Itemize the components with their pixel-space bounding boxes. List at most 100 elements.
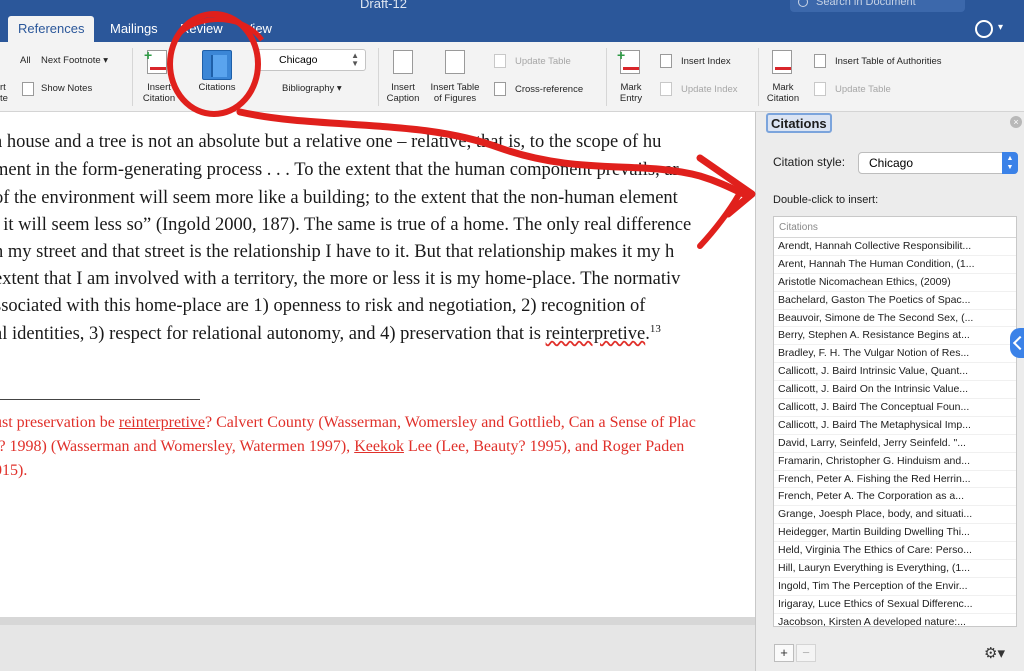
footnote-text: Lee (Lee, Beauty? 1995), and Roger Paden xyxy=(403,438,685,455)
show-notes-icon xyxy=(22,82,34,96)
insert-index-button[interactable]: Insert Index xyxy=(681,56,731,67)
dropdown-stepper-icon: ▲ ▼ xyxy=(1002,152,1018,174)
plus-icon: + xyxy=(617,47,626,63)
close-icon[interactable]: × xyxy=(1010,116,1022,128)
ribbon-separator xyxy=(132,48,133,106)
expand-handle-icon[interactable] xyxy=(1010,328,1024,358)
citation-list-item[interactable]: Ingold, Tim The Perception of the Envir.… xyxy=(774,578,1016,596)
citations-books-icon[interactable] xyxy=(202,50,232,80)
citation-list-item[interactable]: Bachelard, Gaston The Poetics of Spac... xyxy=(774,292,1016,310)
body-line: a house and a tree is not an absolute bu… xyxy=(0,132,662,152)
word-window: Draft-12 Search in Document ▾ References… xyxy=(0,0,1024,671)
citation-list-item[interactable]: French, Peter A. The Corporation as a... xyxy=(774,488,1016,507)
footnote-separator xyxy=(0,399,200,400)
ribbon-separator xyxy=(378,48,379,106)
body-line: extent that I am involved with a territo… xyxy=(0,269,681,289)
citation-list-item[interactable]: Held, Virginia The Ethics of Care: Perso… xyxy=(774,542,1016,561)
citation-list-item[interactable]: Bradley, F. H. The Vulgar Notion of Res.… xyxy=(774,345,1016,364)
citation-list-item[interactable]: French, Peter A. Fishing the Red Herrin.… xyxy=(774,471,1016,489)
citation-list-item[interactable]: Heidegger, Martin Building Dwelling Thi.… xyxy=(774,524,1016,543)
citation-list-item[interactable]: David, Larry, Seinfeld, Jerry Seinfeld. … xyxy=(774,435,1016,453)
mark-entry-icon[interactable]: + xyxy=(617,47,640,74)
show-notes-button[interactable]: Show Notes xyxy=(41,83,92,94)
update-table-button[interactable]: Update Table xyxy=(515,56,571,67)
insert-endnote-label-top[interactable]: rt xyxy=(0,82,6,93)
tab-view[interactable]: View xyxy=(234,16,282,42)
citation-list-item[interactable]: Aristotle Nicomachean Ethics, (2009) xyxy=(774,274,1016,292)
update-table-authorities-button[interactable]: Update Table xyxy=(835,84,891,95)
body-line: ment in the form-generating process . . … xyxy=(0,160,679,180)
remove-citation-button[interactable]: − xyxy=(796,644,816,662)
ribbon-references: All Next Footnote ▾ Show Notes rt te + I… xyxy=(0,42,1024,112)
tab-review[interactable]: Review xyxy=(170,16,233,42)
citation-list-item[interactable]: Framarin, Christopher G. Hinduism and... xyxy=(774,453,1016,471)
mark-entry-label-1: Mark xyxy=(620,82,642,93)
citation-style-select[interactable]: Chicago ▲ ▼ xyxy=(256,49,366,71)
insert-index-icon xyxy=(660,54,672,68)
insert-table-of-figures-button[interactable]: Insert Table of Figures xyxy=(426,82,484,104)
citation-style-value: Chicago xyxy=(279,54,318,66)
search-icon xyxy=(798,0,808,7)
citation-list-item[interactable]: Callicott, J. Baird The Metaphysical Imp… xyxy=(774,417,1016,435)
body-line: , it will seem less so” (Ingold 2000, 18… xyxy=(0,215,692,235)
insert-endnote-label-bottom[interactable]: te xyxy=(0,93,8,104)
citation-list-item[interactable]: Callicott, J. Baird Intrinsic Value, Qua… xyxy=(774,363,1016,382)
citation-list-item[interactable]: Beauvoir, Simone de The Second Sex, (... xyxy=(774,310,1016,328)
citation-style-dropdown[interactable]: Chicago ▲ ▼ xyxy=(858,152,1018,174)
search-input[interactable]: Search in Document xyxy=(790,0,965,12)
chevron-down-icon[interactable]: ▾ xyxy=(998,22,1003,33)
ribbon-separator xyxy=(758,48,759,106)
footnote-line: ust preservation be reinterpretive? Calv… xyxy=(0,414,696,432)
gear-icon[interactable]: ⚙▾ xyxy=(984,644,1018,662)
mark-citation-button[interactable]: Mark Citation xyxy=(762,82,804,104)
insert-table-of-authorities-button[interactable]: Insert Table of Authorities xyxy=(835,56,942,67)
next-footnote-button[interactable]: Next Footnote ▾ xyxy=(41,55,108,66)
red-bar-icon xyxy=(150,67,166,70)
bibliography-button[interactable]: Bibliography ▾ xyxy=(282,83,342,94)
cross-reference-button[interactable]: Cross-reference xyxy=(515,84,583,95)
citation-list-item[interactable]: Callicott, J. Baird The Conceptual Foun.… xyxy=(774,399,1016,417)
tab-mailings[interactable]: Mailings xyxy=(100,16,168,42)
insert-table-of-figures-icon[interactable] xyxy=(445,50,465,74)
document-page[interactable]: a house and a tree is not an absolute bu… xyxy=(0,112,755,617)
mark-citation-icon[interactable] xyxy=(772,50,792,74)
citation-list-item[interactable]: Arendt, Hannah Collective Responsibilit.… xyxy=(774,238,1016,256)
citations-pane: Citations × Citation style: Chicago ▲ ▼ D… xyxy=(755,112,1024,671)
mark-entry-label-2: Entry xyxy=(619,93,643,104)
citations-list[interactable]: Citations Arendt, Hannah Collective Resp… xyxy=(773,216,1017,627)
citations-list-header: Citations xyxy=(774,217,1016,238)
cross-reference-icon xyxy=(494,82,506,96)
citation-rows: Arendt, Hannah Collective Responsibilit.… xyxy=(774,238,1016,626)
citation-list-item[interactable]: Arent, Hannah The Human Condition, (1... xyxy=(774,256,1016,274)
title-bar: Draft-12 Search in Document ▾ References… xyxy=(0,0,1024,42)
mark-entry-button[interactable]: Mark Entry xyxy=(612,82,650,104)
citation-list-item[interactable]: Grange, Joesph Place, body, and situati.… xyxy=(774,506,1016,525)
insert-caption-button[interactable]: Insert Caption xyxy=(381,82,425,104)
insert-citation-button[interactable]: Insert Citation xyxy=(137,82,181,104)
citation-list-item[interactable]: Irigaray, Luce Ethics of Sexual Differen… xyxy=(774,596,1016,614)
insert-caption-label-1: Insert xyxy=(391,82,415,93)
tab-references[interactable]: References xyxy=(8,16,95,42)
double-click-label: Double-click to insert: xyxy=(773,194,879,206)
feedback-smiley-icon[interactable] xyxy=(975,20,993,38)
misspelled-word[interactable]: reinterpretive xyxy=(546,324,646,344)
insert-table-figures-label-1: Insert Table xyxy=(430,82,480,93)
page-gap xyxy=(0,617,755,625)
update-table-icon xyxy=(494,54,506,68)
stepper-icon: ▲ ▼ xyxy=(351,51,359,68)
insert-citation-icon[interactable]: + xyxy=(144,47,167,74)
citations-button[interactable]: Citations xyxy=(190,82,244,93)
footnote-line: 015). xyxy=(0,462,28,479)
body-line: al identities, 3) respect for relational… xyxy=(0,323,661,345)
citation-list-item[interactable]: Hill, Lauryn Everything is Everything, (… xyxy=(774,560,1016,578)
footnote-reference[interactable]: 13 xyxy=(650,323,661,335)
add-citation-button[interactable]: + xyxy=(774,644,794,662)
footnote-underlined: Keekok xyxy=(354,438,404,455)
citation-list-item[interactable]: Jacobson, Kirsten A developed nature:... xyxy=(774,614,1016,626)
citation-list-item[interactable]: Berry, Stephen A. Resistance Begins at..… xyxy=(774,327,1016,346)
insert-caption-icon[interactable] xyxy=(393,50,413,74)
insert-citation-label-1: Insert xyxy=(147,82,171,93)
update-index-button[interactable]: Update Index xyxy=(681,84,738,95)
insert-toa-icon xyxy=(814,54,826,68)
citation-list-item[interactable]: Callicott, J. Baird On the Intrinsic Val… xyxy=(774,381,1016,400)
